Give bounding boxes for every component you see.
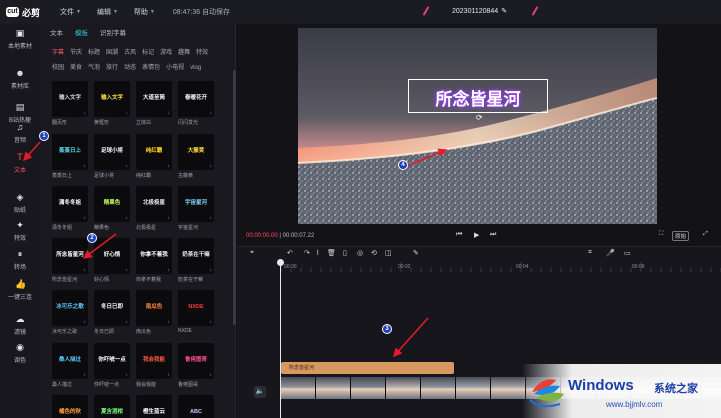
- watermark: Windows 系统之家 www.bjjmlv.com: [522, 364, 721, 418]
- annotation-step-2: 2: [87, 233, 97, 243]
- annotation-step-3: 3: [382, 324, 392, 334]
- annotation-step-1: 1: [39, 131, 49, 141]
- annotation-arrow: [392, 317, 429, 358]
- watermark-suffix: 系统之家: [654, 383, 698, 395]
- watermark-url: www.bjjmlv.com: [606, 400, 663, 409]
- annotation-arrow: [23, 141, 41, 162]
- app-window: cut 必剪 文件 ▼ 编辑 ▼ 帮助 ▼ 08:47:36 自动保存 2023011…: [0, 0, 721, 418]
- annotation-step-4: 4: [398, 160, 408, 170]
- watermark-title: Windows: [568, 377, 634, 394]
- annotation-arrow: [403, 148, 448, 168]
- annotation-layer: [23, 141, 448, 358]
